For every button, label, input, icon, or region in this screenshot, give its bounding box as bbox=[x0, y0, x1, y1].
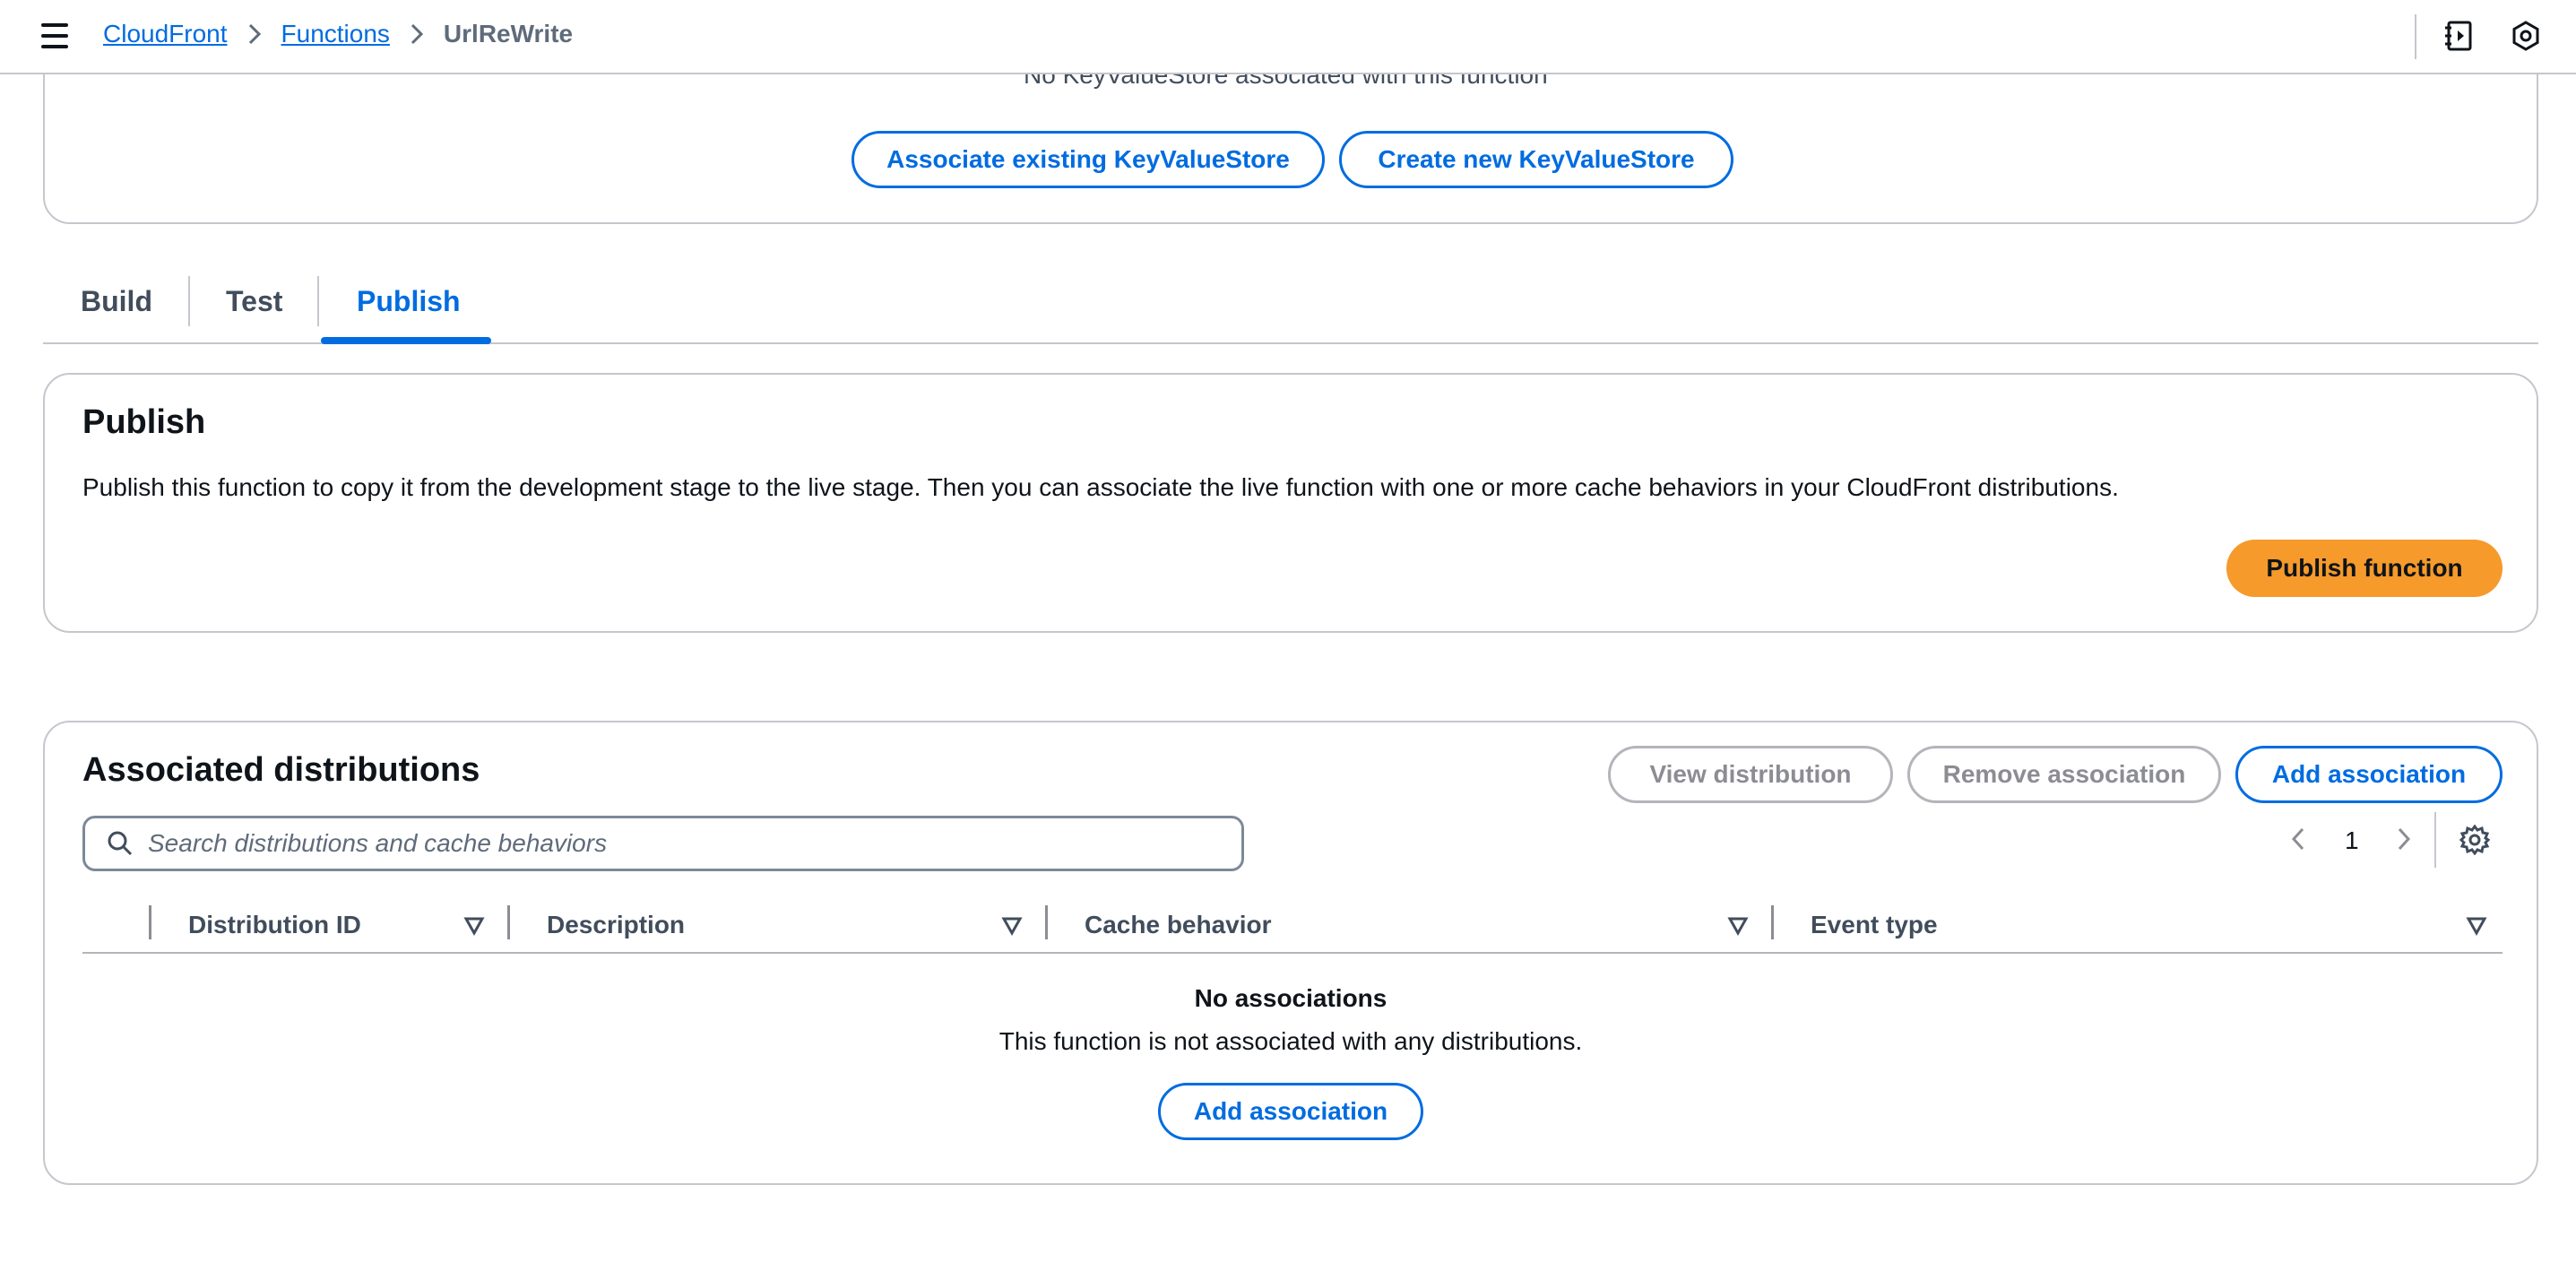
publish-panel: Publish Publish this function to copy it… bbox=[43, 373, 2538, 633]
associated-distributions-panel: Associated distributions View distributi… bbox=[43, 721, 2538, 1185]
view-distribution-button[interactable]: View distribution bbox=[1608, 746, 1893, 803]
search-input[interactable] bbox=[148, 829, 1206, 858]
divider bbox=[2434, 812, 2436, 868]
menu-icon[interactable] bbox=[41, 23, 68, 48]
breadcrumb: CloudFront Functions UrlReWrite bbox=[103, 20, 573, 48]
breadcrumb-link-cloudfront[interactable]: CloudFront bbox=[103, 20, 228, 48]
chevron-right-icon[interactable] bbox=[2393, 825, 2415, 858]
create-kvs-button[interactable]: Create new KeyValueStore bbox=[1339, 131, 1733, 188]
chevron-left-icon[interactable] bbox=[2287, 825, 2309, 858]
tabs: Build Test Publish bbox=[43, 265, 2538, 344]
add-association-button[interactable]: Add association bbox=[2235, 746, 2503, 803]
column-divider bbox=[507, 905, 510, 939]
column-header-distribution-id[interactable]: Distribution ID bbox=[188, 911, 361, 939]
search-field bbox=[82, 816, 1244, 871]
associated-distributions-title: Associated distributions bbox=[82, 751, 480, 789]
gear-icon[interactable] bbox=[2459, 824, 2491, 860]
sort-down-icon[interactable] bbox=[2465, 914, 2488, 938]
chevron-right-icon bbox=[390, 22, 444, 47]
breadcrumb-current: UrlReWrite bbox=[443, 20, 574, 48]
empty-state-title: No associations bbox=[1194, 984, 1387, 1012]
publish-description: Publish this function to copy it from th… bbox=[82, 473, 2119, 501]
settings-hex-icon[interactable] bbox=[2510, 20, 2542, 52]
search-icon bbox=[107, 830, 134, 857]
divider bbox=[2415, 14, 2416, 59]
sort-down-icon[interactable] bbox=[462, 914, 486, 938]
page-number[interactable]: 1 bbox=[2345, 826, 2359, 855]
tab-divider bbox=[188, 276, 190, 326]
column-divider bbox=[1045, 905, 1048, 939]
sort-down-icon[interactable] bbox=[1000, 914, 1024, 938]
breadcrumb-link-functions[interactable]: Functions bbox=[281, 20, 390, 48]
empty-state-description: This function is not associated with any… bbox=[998, 1027, 1583, 1055]
column-divider bbox=[149, 905, 151, 939]
publish-function-button[interactable]: Publish function bbox=[2226, 540, 2503, 597]
column-divider bbox=[1771, 905, 1774, 939]
chevron-right-icon bbox=[228, 22, 281, 47]
column-header-description[interactable]: Description bbox=[547, 911, 685, 939]
tab-publish[interactable]: Publish bbox=[357, 285, 461, 318]
column-header-event-type[interactable]: Event type bbox=[1811, 911, 1938, 939]
top-navigation-bar: CloudFront Functions UrlReWrite bbox=[0, 0, 2576, 74]
table-header-divider bbox=[82, 952, 2503, 954]
notes-icon[interactable] bbox=[2443, 20, 2476, 52]
tab-test[interactable]: Test bbox=[226, 285, 282, 318]
empty-add-association-button[interactable]: Add association bbox=[1158, 1083, 1423, 1140]
column-header-cache-behavior[interactable]: Cache behavior bbox=[1085, 911, 1272, 939]
tab-build[interactable]: Build bbox=[81, 285, 152, 318]
tab-divider bbox=[317, 276, 319, 326]
sort-down-icon[interactable] bbox=[1726, 914, 1750, 938]
associate-kvs-button[interactable]: Associate existing KeyValueStore bbox=[851, 131, 1325, 188]
publish-title: Publish bbox=[82, 403, 206, 441]
remove-association-button[interactable]: Remove association bbox=[1907, 746, 2221, 803]
active-tab-indicator bbox=[321, 337, 491, 344]
